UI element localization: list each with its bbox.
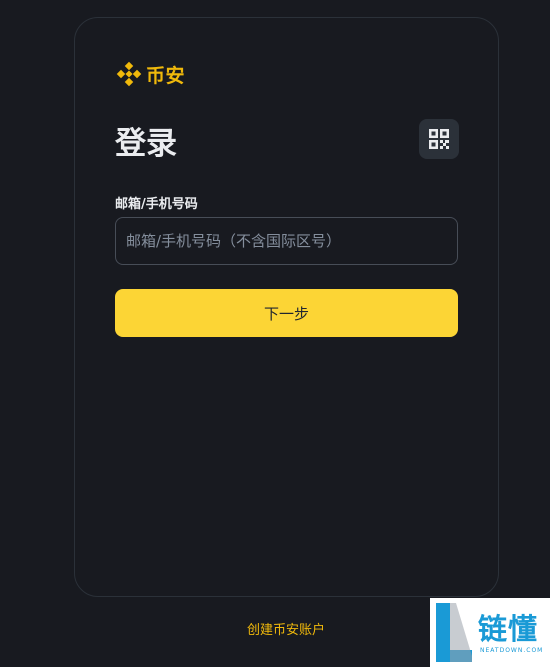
brand-name: 币安 <box>146 64 186 87</box>
next-button[interactable]: 下一步 <box>115 289 458 337</box>
watermark-text: 链懂 <box>478 612 539 646</box>
watermark-logo: 链懂 NEATDOWN.COM <box>430 598 550 667</box>
page-title: 登录 <box>115 126 177 162</box>
watermark-subtext: NEATDOWN.COM <box>480 647 544 654</box>
qr-code-icon <box>429 129 449 149</box>
binance-logo-icon <box>116 61 142 87</box>
login-page: 币安 登录 邮箱/手机号码 下一步 创建币安账户 <box>0 0 550 667</box>
watermark-l-icon <box>436 603 472 662</box>
qr-login-button[interactable] <box>419 119 459 159</box>
login-card: 币安 登录 邮箱/手机号码 下一步 <box>74 17 499 597</box>
email-phone-field <box>115 217 458 265</box>
brand-logo[interactable]: 币安 <box>115 60 185 88</box>
email-phone-input[interactable] <box>116 218 457 264</box>
email-phone-label: 邮箱/手机号码 <box>115 197 198 212</box>
